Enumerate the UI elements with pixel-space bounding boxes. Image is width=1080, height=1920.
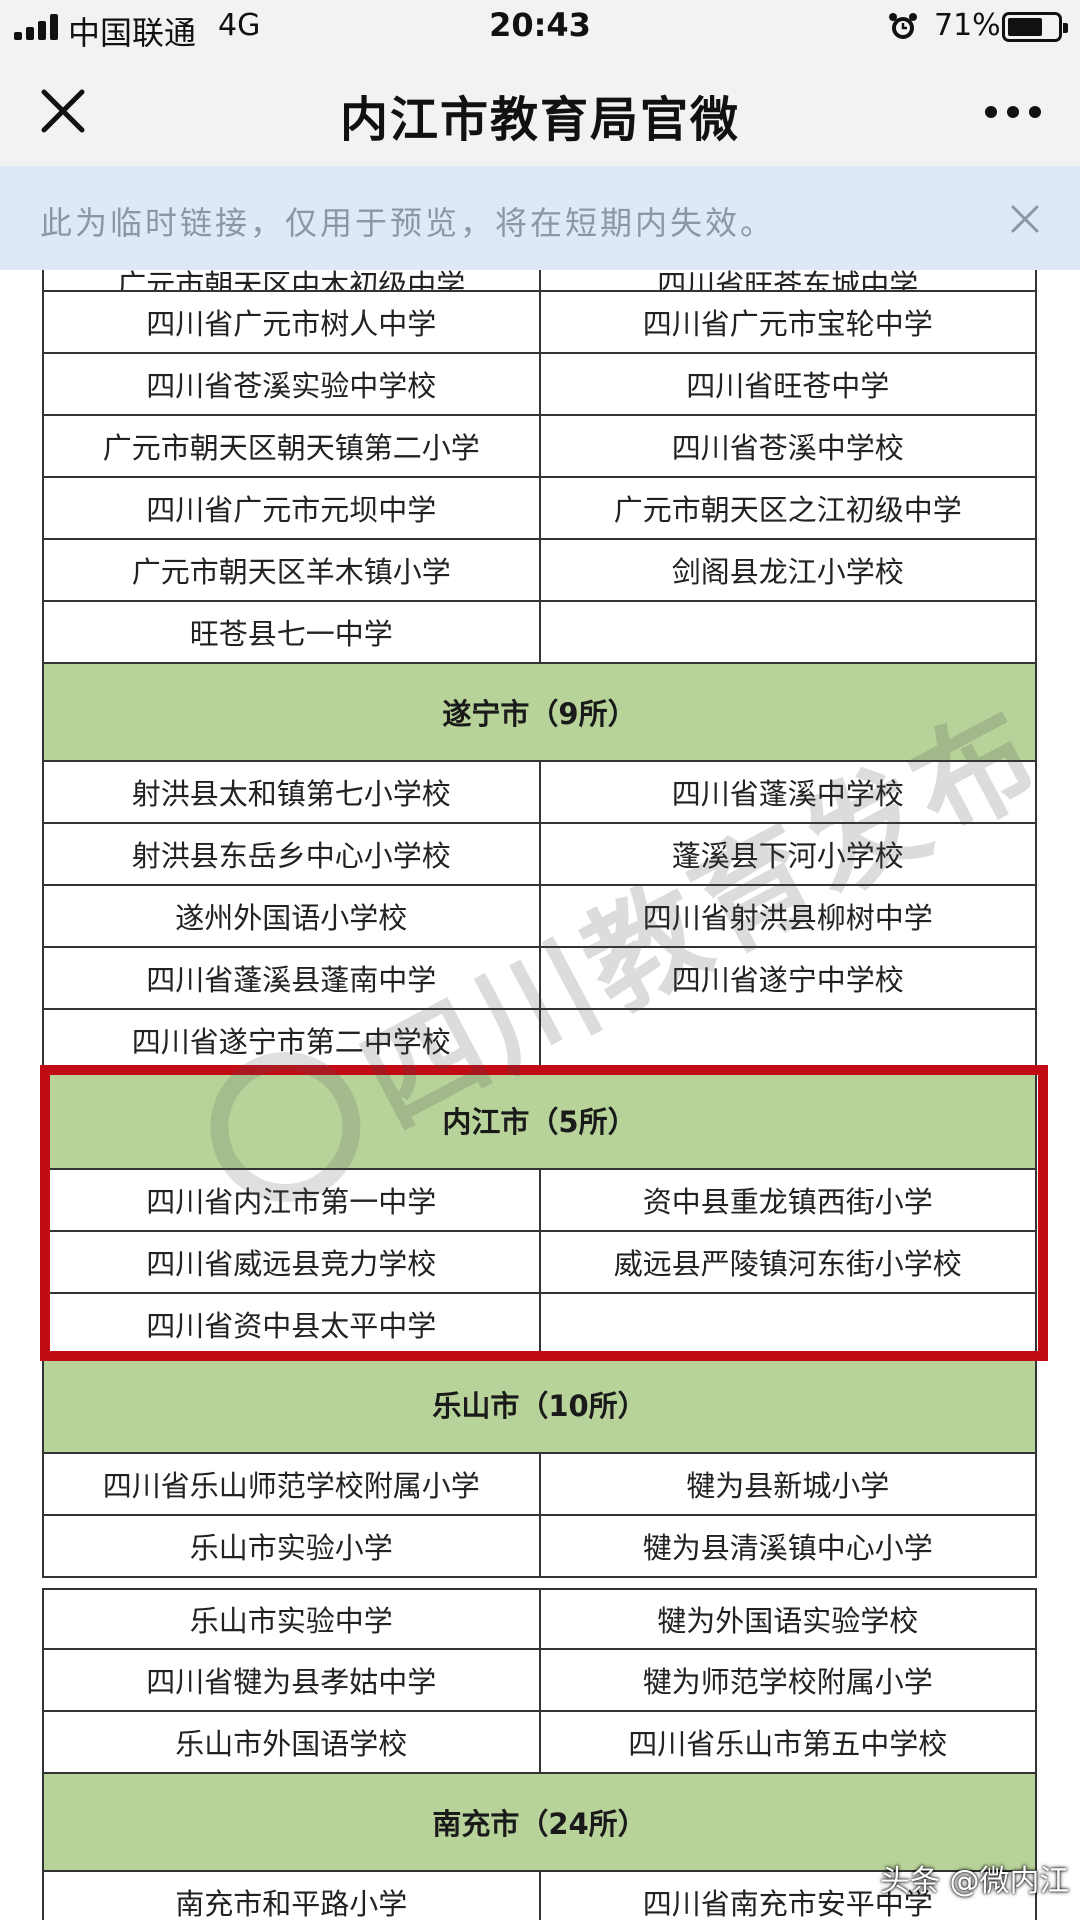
table-row: 四川省蓬溪县蓬南中学 四川省遂宁中学校 <box>44 948 1035 1010</box>
source-tag: 头条 @微内江 <box>880 1864 1070 1899</box>
more-icon[interactable] <box>985 106 1075 120</box>
table-row: 旺苍县七一中学 <box>44 602 1035 664</box>
table-row: 乐山市实验中学 犍为外国语实验学校 <box>44 1588 1035 1650</box>
table-row: 四川省乐山师范学校附属小学 犍为县新城小学 <box>44 1454 1035 1516</box>
table-cell: 四川省蓬溪中学校 <box>671 777 904 811</box>
section-header-neijiang: 内江市（5所） <box>44 1072 1035 1170</box>
table-cell: 犍为外国语实验学校 <box>657 1604 919 1638</box>
table-cell: 乐山市实验小学 <box>44 1516 541 1576</box>
table-cell: 射洪县东岳乡中心小学校 <box>44 824 541 884</box>
table-cell: 乐山市外国语学校 <box>44 1712 541 1772</box>
table-cell <box>541 602 1036 662</box>
table-row: 广元市朝天区羊木镇小学 剑阁县龙江小学校 <box>44 540 1035 602</box>
table-cell: 四川省威远县竞力学校 <box>44 1232 541 1292</box>
table-cell: 四川省乐山市第五中学校 <box>628 1727 948 1761</box>
status-bar: 中国联通 4G 20:43 71% <box>0 0 1080 52</box>
school-table: 广元市朝天区中木初级中学 四川省旺苍东城中学 四川省广元市树人中学 四川省广元市… <box>42 270 1037 1578</box>
table-cell <box>541 1294 1036 1354</box>
table-cell <box>541 1010 1036 1070</box>
alarm-icon <box>889 13 917 39</box>
section-title: 乐山市（10所） <box>432 1389 647 1423</box>
table-cell: 广元市朝天区朝天镇第二小学 <box>44 416 541 476</box>
notice-close-icon[interactable] <box>1011 205 1039 233</box>
table-row: 四川省犍为县孝姑中学 犍为师范学校附属小学 <box>44 1650 1035 1712</box>
table-row: 乐山市实验小学 犍为县清溪镇中心小学 <box>44 1516 1035 1578</box>
table-row: 四川省资中县太平中学 <box>44 1294 1035 1356</box>
table-cell: 广元市朝天区之江初级中学 <box>613 493 962 527</box>
table-row: 四川省遂宁市第二中学校 <box>44 1010 1035 1072</box>
table-cell: 威远县严陵镇河东街小学校 <box>613 1247 962 1281</box>
table-cell: 四川省旺苍东城中学 <box>657 270 919 292</box>
table-cell: 乐山市实验中学 <box>44 1590 541 1648</box>
section-title: 遂宁市（9所） <box>442 697 637 731</box>
section-header-leshan: 乐山市（10所） <box>44 1356 1035 1454</box>
table-cell: 四川省乐山师范学校附属小学 <box>44 1454 541 1514</box>
battery-icon <box>1002 12 1068 42</box>
nav-bar: 内江市教育局官微 <box>0 52 1080 166</box>
table-cell: 四川省遂宁中学校 <box>671 963 904 997</box>
table-cell: 四川省内江市第一中学 <box>44 1170 541 1230</box>
clock: 20:43 <box>489 6 591 44</box>
temporary-link-notice: 此为临时链接，仅用于预览，将在短期内失效。 <box>0 166 1080 270</box>
battery-fill <box>1008 18 1042 36</box>
table-cell: 四川省射洪县柳树中学 <box>642 901 933 935</box>
table-cell: 射洪县太和镇第七小学校 <box>44 762 541 822</box>
table-row: 遂州外国语小学校 四川省射洪县柳树中学 <box>44 886 1035 948</box>
battery-percent: 71% <box>934 8 1001 43</box>
table-cell: 四川省苍溪实验中学校 <box>44 354 541 414</box>
table-row: 四川省苍溪实验中学校 四川省旺苍中学 <box>44 354 1035 416</box>
article-content[interactable]: 广元市朝天区中木初级中学 四川省旺苍东城中学 四川省广元市树人中学 四川省广元市… <box>0 270 1080 1920</box>
table-cell: 四川省资中县太平中学 <box>44 1294 541 1354</box>
table-cell: 广元市朝天区中木初级中学 <box>117 270 466 292</box>
table-cell: 四川省旺苍中学 <box>686 369 890 403</box>
table-row: 广元市朝天区朝天镇第二小学 四川省苍溪中学校 <box>44 416 1035 478</box>
table-cell: 四川省广元市宝轮中学 <box>642 307 933 341</box>
table-cell: 四川省苍溪中学校 <box>671 431 904 465</box>
table-cell: 四川省广元市元坝中学 <box>44 478 541 538</box>
table-row: 四川省广元市元坝中学 广元市朝天区之江初级中学 <box>44 478 1035 540</box>
section-header-suining: 遂宁市（9所） <box>44 664 1035 762</box>
table-cell: 遂州外国语小学校 <box>44 886 541 946</box>
table-cell: 四川省广元市树人中学 <box>44 292 541 352</box>
table-cell: 旺苍县七一中学 <box>44 602 541 662</box>
table-row: 四川省威远县竞力学校 威远县严陵镇河东街小学校 <box>44 1232 1035 1294</box>
notice-text: 此为临时链接，仅用于预览，将在短期内失效。 <box>40 204 776 242</box>
table-row: 射洪县太和镇第七小学校 四川省蓬溪中学校 <box>44 762 1035 824</box>
section-title: 南充市（24所） <box>432 1807 647 1841</box>
page-title: 内江市教育局官微 <box>339 92 740 148</box>
table-cell: 剑阁县龙江小学校 <box>671 555 904 589</box>
table-cell: 南充市和平路小学 <box>44 1872 541 1920</box>
table-row: 四川省广元市树人中学 四川省广元市宝轮中学 <box>44 292 1035 354</box>
table-cell: 资中县重龙镇西街小学 <box>642 1185 933 1219</box>
table-row: 四川省内江市第一中学 资中县重龙镇西街小学 <box>44 1170 1035 1232</box>
section-title: 内江市（5所） <box>442 1105 637 1139</box>
table-row: 射洪县东岳乡中心小学校 蓬溪县下河小学校 <box>44 824 1035 886</box>
table-cell: 广元市朝天区羊木镇小学 <box>44 540 541 600</box>
table-row: 乐山市外国语学校 四川省乐山市第五中学校 <box>44 1712 1035 1774</box>
table-cell: 犍为县新城小学 <box>686 1469 890 1503</box>
table-cell: 四川省犍为县孝姑中学 <box>44 1650 541 1710</box>
table-cell: 四川省遂宁市第二中学校 <box>44 1010 541 1070</box>
table-cell: 犍为县清溪镇中心小学 <box>642 1531 933 1565</box>
table-row: 广元市朝天区中木初级中学 四川省旺苍东城中学 <box>44 270 1035 292</box>
table-cell: 四川省蓬溪县蓬南中学 <box>44 948 541 1008</box>
table-cell: 犍为师范学校附属小学 <box>642 1665 933 1699</box>
table-cell: 蓬溪县下河小学校 <box>671 839 904 873</box>
